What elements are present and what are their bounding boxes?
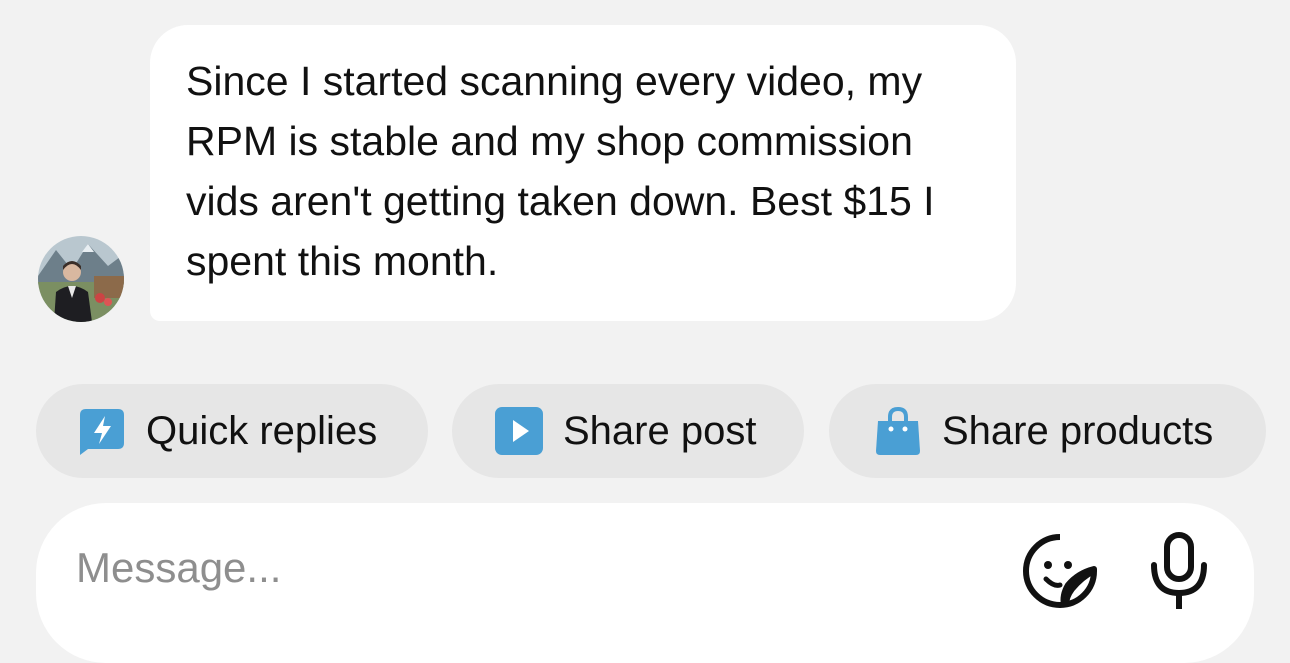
profile-photo-icon [38,236,124,322]
share-products-label: Share products [942,408,1214,453]
microphone-icon [1151,532,1207,609]
chat-area: Since I started scanning every video, my… [0,0,1290,663]
share-products-button[interactable]: Share products [829,384,1266,478]
quick-replies-button[interactable]: Quick replies [36,384,428,478]
share-post-button[interactable]: Share post [452,384,804,478]
quick-replies-label: Quick replies [146,408,378,453]
sticker-button[interactable] [1020,531,1100,611]
message-bubble[interactable]: Since I started scanning every video, my… [150,25,1016,321]
microphone-button[interactable] [1144,531,1214,611]
message-text: Since I started scanning every video, my… [186,58,935,284]
share-post-label: Share post [563,408,757,453]
message-composer [36,503,1254,663]
quick-replies-icon [76,405,128,457]
sender-avatar[interactable] [38,236,124,322]
shopping-bag-icon [872,405,924,457]
play-icon [493,405,545,457]
sticker-icon [1023,534,1097,608]
message-input[interactable] [76,533,976,603]
